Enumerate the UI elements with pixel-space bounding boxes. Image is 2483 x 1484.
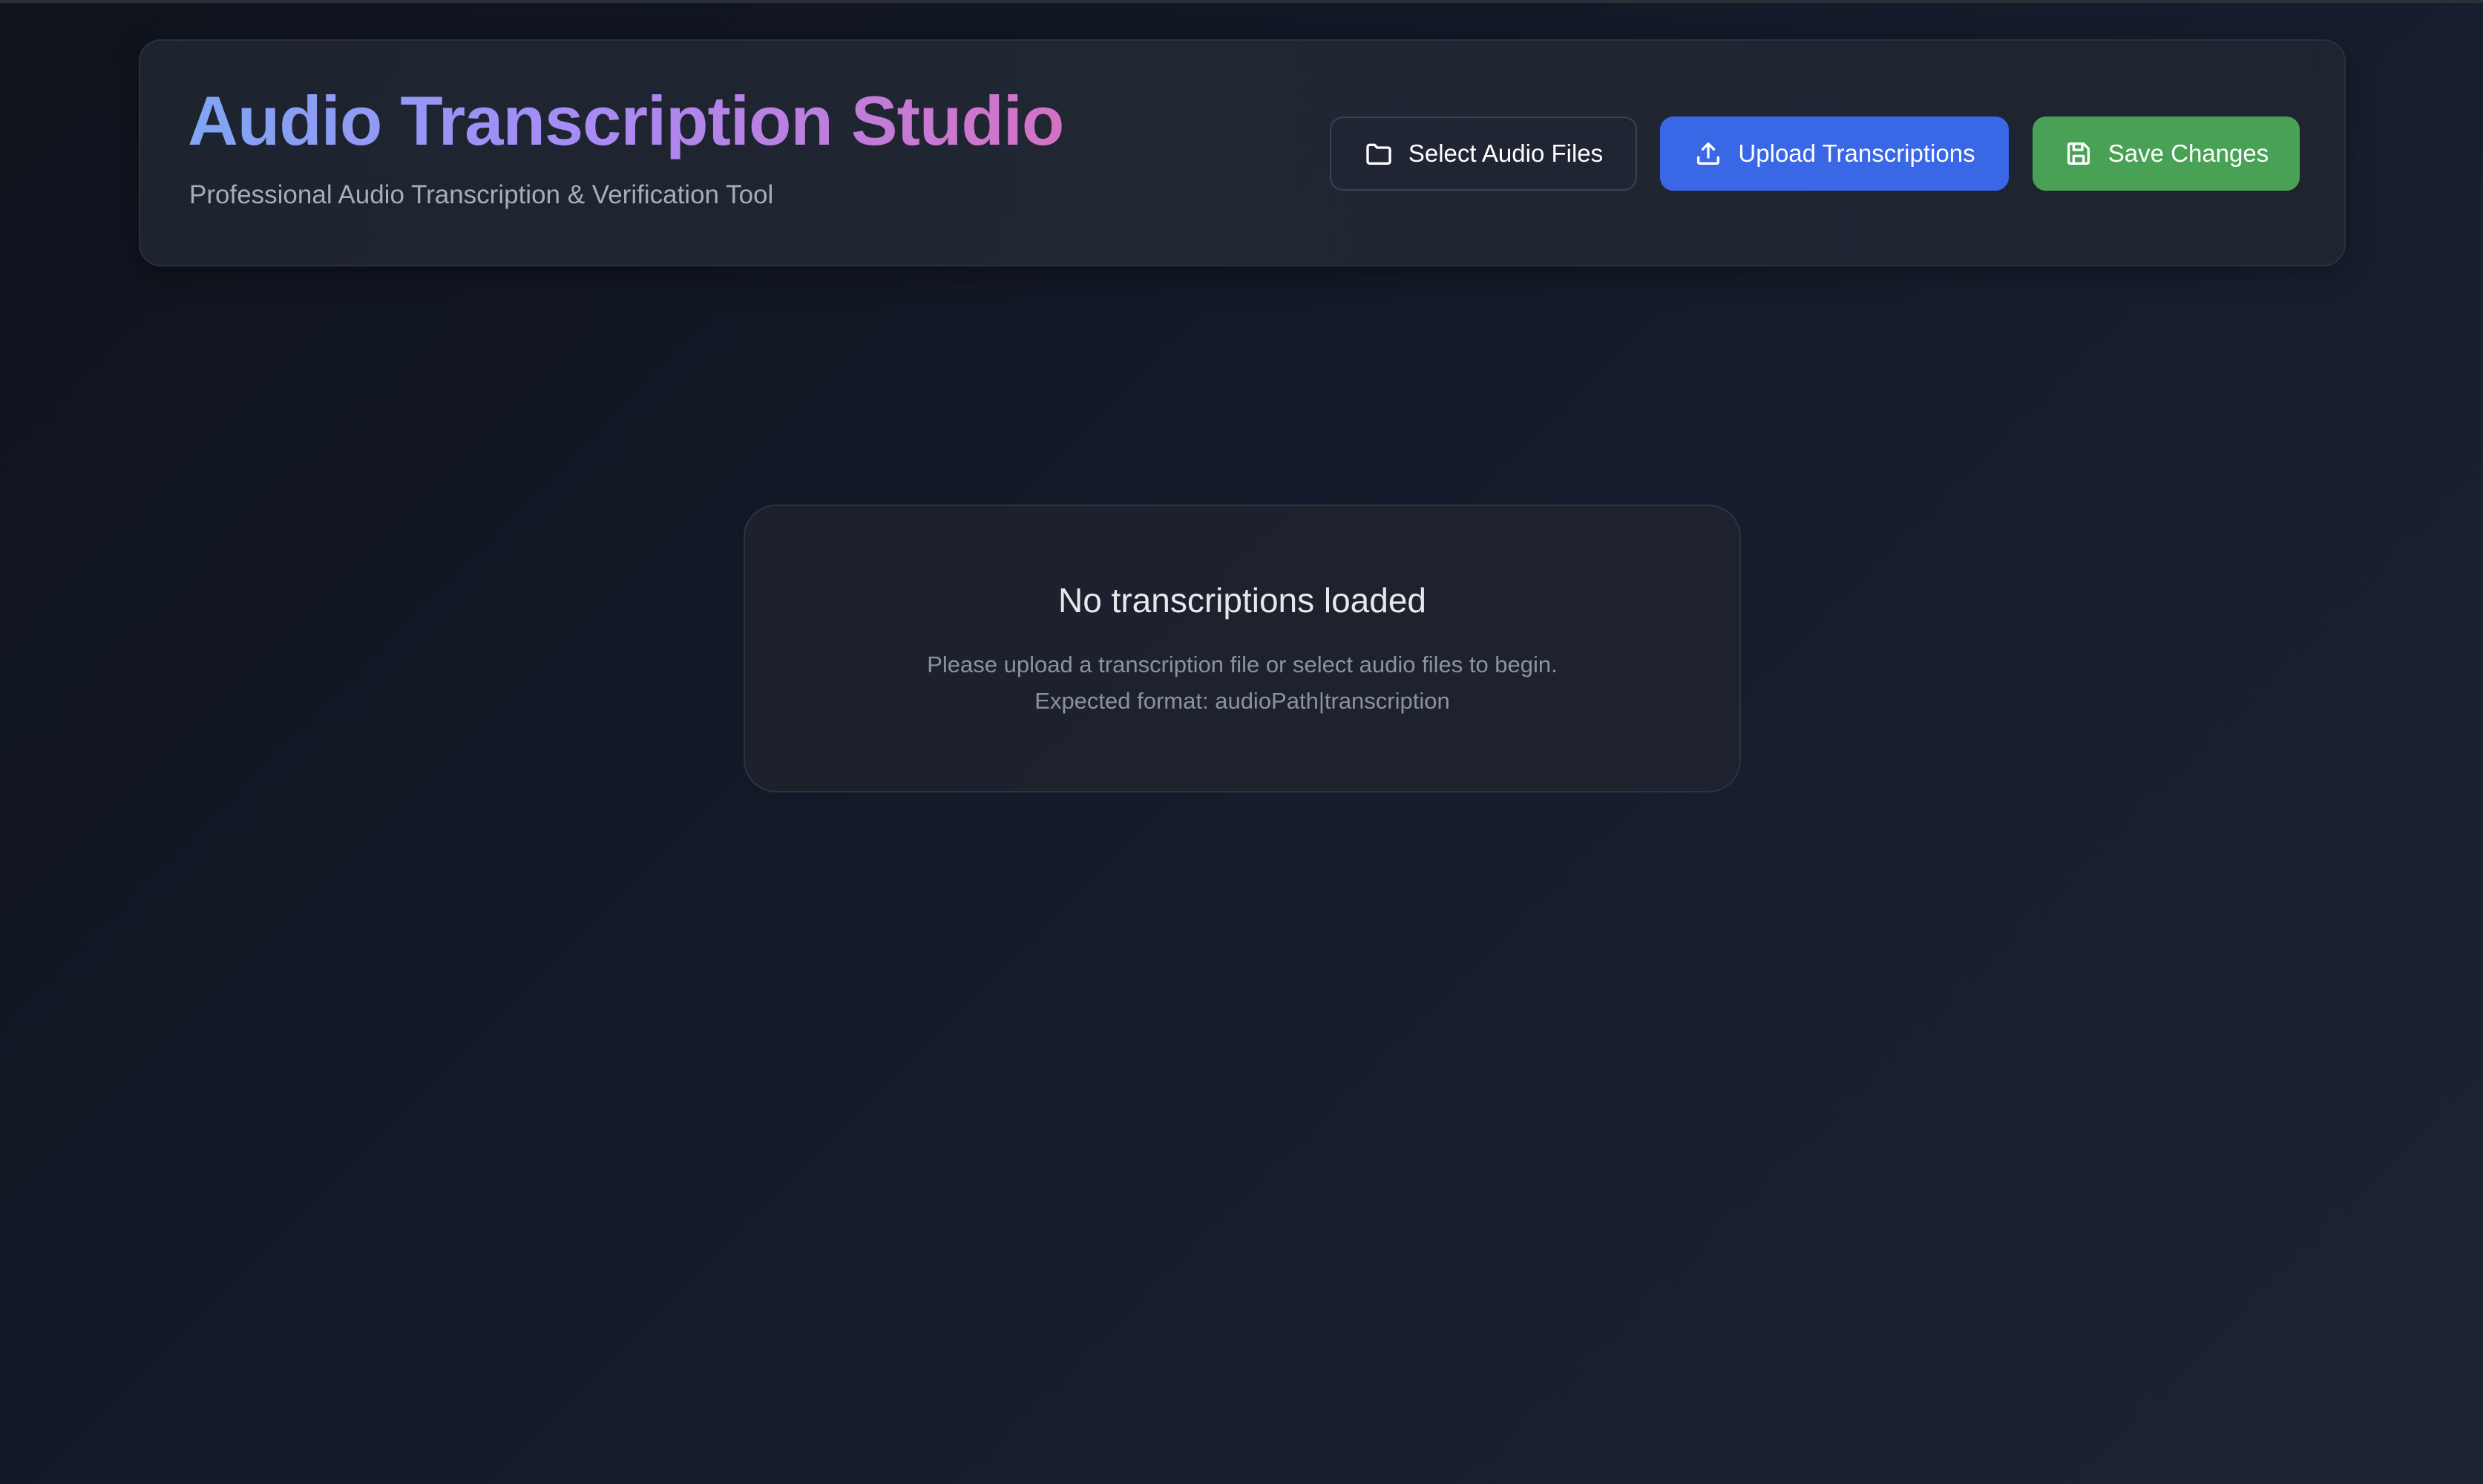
save-changes-label: Save Changes bbox=[2108, 139, 2269, 167]
empty-state-format-hint: Expected format: audioPath|transcription bbox=[1034, 688, 1450, 714]
app-header: Audio Transcription Studio Professional … bbox=[139, 39, 2346, 266]
select-audio-files-button[interactable]: Select Audio Files bbox=[1330, 116, 1637, 191]
app-title: Audio Transcription Studio bbox=[188, 81, 1064, 161]
save-icon bbox=[2067, 142, 2090, 165]
upload-transcriptions-button[interactable]: Upload Transcriptions bbox=[1660, 116, 2009, 191]
window-top-border bbox=[0, 0, 2483, 3]
app-subtitle: Professional Audio Transcription & Verif… bbox=[189, 180, 774, 209]
upload-transcriptions-label: Upload Transcriptions bbox=[1738, 139, 1975, 167]
upload-icon bbox=[1697, 142, 1720, 165]
select-audio-files-label: Select Audio Files bbox=[1408, 139, 1604, 167]
empty-state-card: No transcriptions loaded Please upload a… bbox=[744, 505, 1741, 792]
empty-state-message: Please upload a transcription file or se… bbox=[927, 651, 1558, 677]
empty-state-title: No transcriptions loaded bbox=[1057, 581, 1427, 620]
save-changes-button[interactable]: Save Changes bbox=[2033, 116, 2300, 191]
folder-icon bbox=[1366, 143, 1391, 165]
